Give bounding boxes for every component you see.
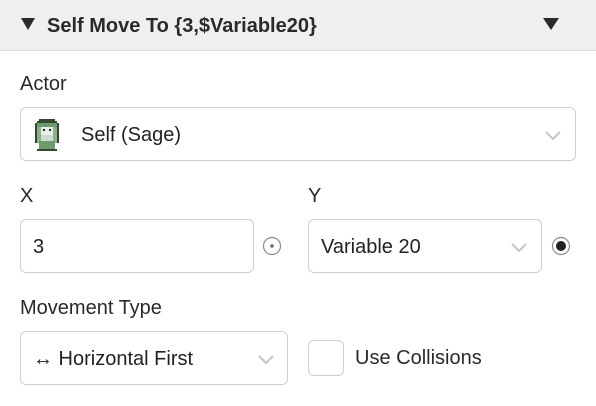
collapse-triangle-icon[interactable] [21,18,35,30]
movement-type-value: ↔ Horizontal First [33,348,194,370]
event-header[interactable]: Self Move To {3,$Variable20} [0,0,596,51]
use-collisions-label[interactable]: Use Collisions [355,346,482,370]
y-value: Variable 20 [321,236,421,258]
actor-label: Actor [20,73,67,95]
x-value-type-radio-icon[interactable] [262,236,282,256]
actor-select[interactable]: Self (Sage) [20,107,576,161]
x-label: X [20,185,34,207]
chevron-down-icon [258,355,274,365]
x-input[interactable]: 3 [20,219,254,273]
movement-type-label: Movement Type [20,297,162,319]
event-menu-triangle-icon[interactable] [543,18,559,30]
use-collisions-checkbox[interactable] [308,340,344,376]
sage-sprite-icon [35,119,59,151]
y-variable-select[interactable]: Variable 20 [308,219,542,273]
x-value: 3 [33,236,45,258]
movement-type-select[interactable]: ↔ Horizontal First [20,331,288,385]
event-title: Self Move To {3,$Variable20} [47,15,317,37]
chevron-down-icon [511,243,527,253]
chevron-down-icon [545,131,561,141]
y-label: Y [308,185,322,207]
actor-value: Self (Sage) [81,124,182,146]
y-value-type-radio-icon[interactable] [551,236,571,256]
